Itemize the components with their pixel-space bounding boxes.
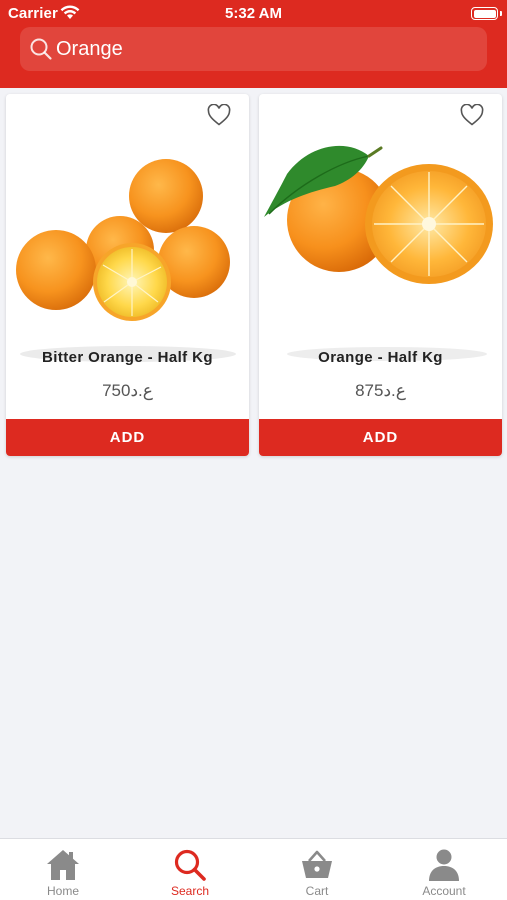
search-bar[interactable] bbox=[20, 27, 487, 71]
tab-label: Home bbox=[46, 884, 79, 898]
search-icon bbox=[174, 849, 206, 881]
tab-cart[interactable]: Cart bbox=[254, 839, 380, 900]
header: Carrier 5:32 AM bbox=[0, 0, 507, 88]
battery-icon bbox=[471, 7, 498, 20]
tab-account[interactable]: Account bbox=[381, 839, 507, 900]
add-to-cart-button[interactable]: ADD bbox=[6, 419, 249, 456]
product-name: Bitter Orange - Half Kg bbox=[42, 349, 213, 366]
product-card[interactable]: Bitter Orange - Half Kg 750ع.د ADD bbox=[6, 94, 249, 456]
orange-image bbox=[264, 145, 493, 361]
product-price: 750ع.د bbox=[102, 381, 153, 400]
search-input[interactable] bbox=[56, 27, 476, 71]
product-card[interactable]: Orange - Half Kg 875ع.د ADD bbox=[259, 94, 502, 456]
home-icon bbox=[47, 850, 79, 880]
tab-search[interactable]: Search bbox=[127, 839, 253, 900]
bitter-orange-image bbox=[16, 159, 236, 362]
tab-home[interactable]: Home bbox=[0, 839, 126, 900]
person-icon bbox=[429, 849, 459, 881]
add-to-cart-button[interactable]: ADD bbox=[259, 419, 502, 456]
tab-label: Account bbox=[422, 884, 466, 898]
tab-label: Search bbox=[170, 884, 210, 898]
basket-icon bbox=[302, 850, 332, 878]
tab-label: Cart bbox=[305, 884, 329, 898]
battery-tip bbox=[500, 11, 502, 16]
search-icon bbox=[30, 38, 52, 60]
status-bar: Carrier 5:32 AM bbox=[0, 0, 507, 26]
status-time: 5:32 AM bbox=[225, 5, 282, 22]
product-name: Orange - Half Kg bbox=[318, 349, 443, 366]
tab-bar: Home Search Cart Account bbox=[0, 838, 507, 900]
product-price: 875ع.د bbox=[355, 381, 406, 400]
